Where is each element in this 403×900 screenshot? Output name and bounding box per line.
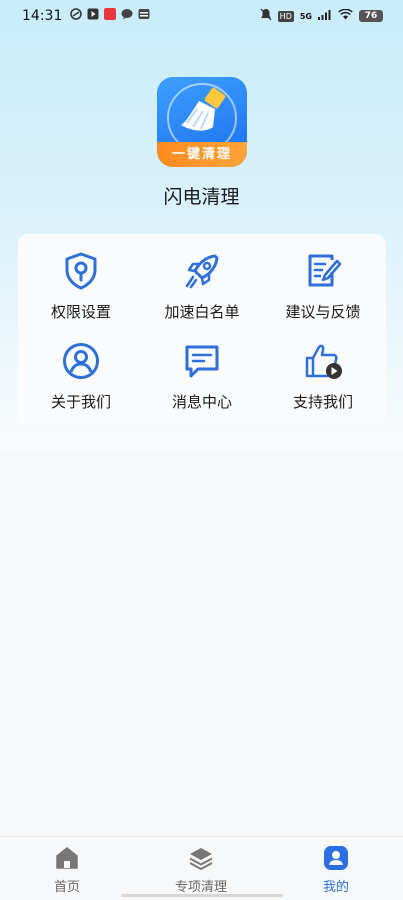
grid-item-label: 支持我们 bbox=[292, 393, 353, 411]
app-logo: 一键清理 bbox=[157, 77, 247, 167]
status-right-group: HD 5G 76 bbox=[260, 8, 383, 25]
notification-play-icon bbox=[87, 8, 99, 24]
status-bar: 14:31 HD 5G 76 bbox=[0, 0, 403, 32]
thumbs-up-video-icon bbox=[305, 344, 342, 379]
broom-icon bbox=[181, 87, 226, 131]
user-circle-icon bbox=[63, 343, 99, 379]
battery-indicator: 76 bbox=[359, 10, 383, 22]
grid-item-about-us[interactable]: 关于我们 bbox=[20, 341, 142, 423]
network-label: 5G bbox=[299, 11, 312, 21]
nav-tab-home[interactable]: 首页 bbox=[0, 845, 134, 897]
home-indicator[interactable] bbox=[121, 894, 283, 897]
mute-bell-icon bbox=[260, 8, 272, 25]
layers-icon bbox=[189, 848, 213, 870]
notification-red-app-icon bbox=[104, 8, 117, 24]
notification-card-icon bbox=[138, 8, 150, 24]
home-icon bbox=[56, 847, 78, 869]
logo-banner: 一键清理 bbox=[157, 142, 247, 167]
nav-label: 首页 bbox=[53, 880, 80, 895]
feature-grid: 权限设置 加速白名单 建议与反馈 关于我们 消息中心 支持我们 bbox=[18, 234, 386, 424]
status-time: 14:31 bbox=[22, 8, 63, 24]
grid-item-label: 关于我们 bbox=[50, 393, 111, 411]
app-name: 闪电清理 bbox=[163, 186, 240, 208]
nav-label: 我的 bbox=[322, 880, 349, 895]
grid-item-speed-whitelist[interactable]: 加速白名单 bbox=[141, 251, 263, 333]
grid-item-label: 加速白名单 bbox=[164, 303, 240, 321]
grid-item-message-center[interactable]: 消息中心 bbox=[141, 341, 263, 423]
bottom-nav: 首页 专项清理 我的 bbox=[0, 836, 403, 900]
grid-item-label: 权限设置 bbox=[50, 303, 111, 321]
notification-chat-icon bbox=[121, 8, 133, 24]
nav-tab-mine[interactable]: 我的 bbox=[269, 845, 403, 897]
profile-icon bbox=[324, 846, 348, 870]
grid-item-feedback[interactable]: 建议与反馈 bbox=[262, 251, 384, 333]
hd-badge: HD bbox=[277, 10, 294, 22]
notification-app-icon bbox=[70, 8, 83, 24]
chat-message-icon bbox=[185, 345, 219, 378]
rocket-icon bbox=[185, 254, 219, 289]
grid-item-label: 消息中心 bbox=[171, 393, 232, 411]
grid-item-label: 建议与反馈 bbox=[285, 303, 361, 321]
grid-item-support-us[interactable]: 支持我们 bbox=[262, 341, 384, 423]
edit-note-icon bbox=[308, 254, 342, 287]
wifi-icon bbox=[338, 8, 353, 24]
nav-label: 专项清理 bbox=[174, 880, 227, 895]
shield-key-icon bbox=[65, 252, 97, 290]
grid-item-permission-settings[interactable]: 权限设置 bbox=[20, 251, 142, 333]
signal-icon bbox=[318, 8, 332, 24]
nav-tab-special-clean[interactable]: 专项清理 bbox=[134, 845, 268, 897]
